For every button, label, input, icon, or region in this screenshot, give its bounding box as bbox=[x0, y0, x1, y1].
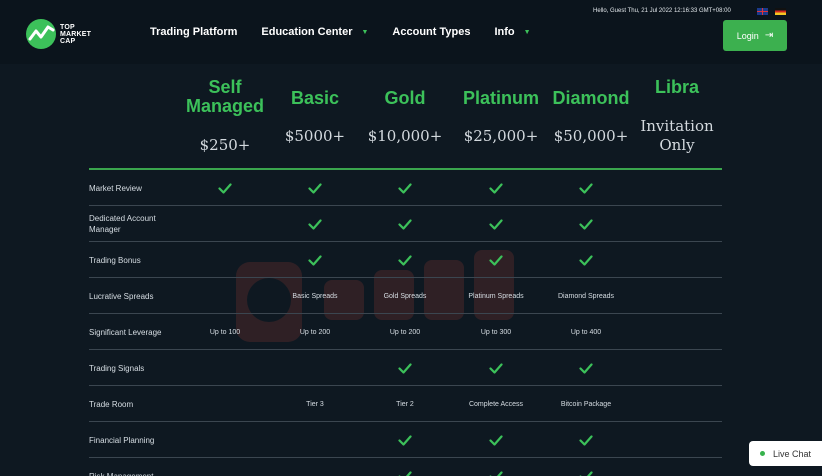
main-nav: Trading Platform Education Center ▼ Acco… bbox=[150, 26, 555, 38]
chevron-down-icon: ▼ bbox=[361, 28, 369, 36]
table-row: Significant Leverage Up to 100 Up to 200 Up… bbox=[89, 314, 722, 350]
check-icon bbox=[270, 170, 360, 206]
table-row: Trading Signals bbox=[89, 350, 722, 386]
top-navigation-bar: TOP MARKET CAP Trading Platform Educatio… bbox=[0, 0, 822, 64]
nav-education-center-label: Education Center bbox=[261, 26, 353, 38]
login-button[interactable]: Login ⇥ bbox=[723, 20, 787, 51]
plan-price-line-2: Only bbox=[659, 136, 695, 154]
check-icon bbox=[541, 458, 631, 476]
online-status-icon bbox=[759, 451, 765, 456]
check-icon bbox=[541, 422, 631, 458]
logo-text: TOP MARKET CAP bbox=[60, 24, 91, 45]
check-icon bbox=[180, 170, 270, 206]
live-chat-label: Live Chat bbox=[772, 448, 812, 459]
table-cell: Platinum Spreads bbox=[468, 292, 524, 300]
table-row: Trade Room Tier 3 Tier 2 Complete Access Bit… bbox=[89, 386, 722, 422]
table-cell: Diamond Spreads bbox=[557, 292, 615, 300]
logo-line-2: MARKET bbox=[60, 30, 92, 38]
plan-price: $25,000+ bbox=[463, 127, 539, 145]
chevron-down-icon: ▼ bbox=[523, 28, 531, 36]
nav-trading-platform-label: Trading Platform bbox=[150, 26, 238, 38]
check-icon bbox=[451, 170, 541, 206]
logo-line-1: TOP bbox=[60, 23, 75, 31]
plan-libra: Libra Invitation Only bbox=[637, 78, 717, 155]
row-label: Lucrative Spreads bbox=[89, 291, 154, 301]
table-cell: Tier 3 bbox=[306, 400, 324, 408]
plan-name: Gold bbox=[384, 88, 426, 108]
table-row: Lucrative Spreads Basic Spreads Gold Sprea… bbox=[89, 278, 722, 314]
greeting-datetime: Hello, Guest Thu, 21 Jul 2022 12:16:33 G… bbox=[593, 8, 731, 14]
check-icon bbox=[451, 458, 541, 476]
check-icon bbox=[360, 422, 450, 458]
check-icon bbox=[541, 242, 631, 278]
check-icon bbox=[360, 458, 450, 476]
nav-account-types[interactable]: Account Types bbox=[392, 26, 470, 38]
table-cell: Tier 2 bbox=[396, 400, 414, 408]
check-icon bbox=[451, 422, 541, 458]
table-row: Dedicated Account Manager bbox=[89, 206, 722, 242]
plan-name: Libra bbox=[654, 77, 699, 97]
login-label: Login bbox=[736, 30, 759, 41]
plan-self-managed: Self Managed $250+ bbox=[185, 78, 265, 155]
table-cell: Up to 100 bbox=[209, 328, 241, 336]
nav-account-types-label: Account Types bbox=[392, 26, 471, 38]
sign-in-icon: ⇥ bbox=[764, 30, 774, 41]
plan-price: $250+ bbox=[199, 136, 251, 154]
plan-price: $10,000+ bbox=[367, 127, 443, 145]
row-label: Trade Room bbox=[89, 399, 134, 409]
check-icon bbox=[360, 350, 450, 386]
plan-price: Invitation bbox=[640, 117, 714, 135]
check-icon bbox=[541, 350, 631, 386]
table-cell: Bitcoin Package bbox=[560, 400, 612, 408]
logo-line-3: CAP bbox=[60, 37, 76, 45]
table-cell: Up to 400 bbox=[570, 328, 602, 336]
plan-gold: Gold $10,000+ bbox=[365, 78, 445, 146]
table-row: Financial Planning bbox=[89, 422, 722, 458]
table-row: Risk Management bbox=[89, 458, 722, 476]
plan-name: Diamond bbox=[552, 88, 630, 108]
table-row: Trading Bonus bbox=[89, 242, 722, 278]
check-icon bbox=[541, 206, 631, 242]
table-cell: Up to 200 bbox=[299, 328, 331, 336]
check-icon bbox=[360, 206, 450, 242]
uk-flag-icon[interactable] bbox=[757, 8, 768, 15]
check-icon bbox=[270, 242, 360, 278]
check-icon bbox=[451, 242, 541, 278]
plan-basic: Basic $5000+ bbox=[275, 78, 355, 146]
table-cell: Gold Spreads bbox=[383, 292, 427, 300]
plan-name-line-2: Managed bbox=[185, 96, 264, 116]
nav-trading-platform[interactable]: Trading Platform bbox=[150, 26, 237, 38]
table-cell: Basic Spreads bbox=[292, 292, 338, 300]
check-icon bbox=[360, 242, 450, 278]
nav-info[interactable]: Info ▼ bbox=[494, 26, 530, 38]
row-label: Risk Management bbox=[89, 471, 154, 476]
check-icon bbox=[360, 170, 450, 206]
live-chat-button[interactable]: Live Chat bbox=[749, 441, 822, 466]
plan-price: $5000+ bbox=[284, 127, 346, 145]
logo-icon bbox=[26, 19, 56, 49]
row-label: Financial Planning bbox=[89, 435, 155, 445]
check-icon bbox=[451, 350, 541, 386]
row-label: Dedicated Account Manager bbox=[89, 214, 156, 234]
plan-name: Platinum bbox=[462, 88, 539, 108]
table-cell: Up to 200 bbox=[389, 328, 421, 336]
plan-price: $50,000+ bbox=[553, 127, 629, 145]
row-label: Trading Bonus bbox=[89, 255, 141, 265]
table-cell: Up to 300 bbox=[480, 328, 512, 336]
logo[interactable]: TOP MARKET CAP bbox=[26, 19, 91, 49]
check-icon bbox=[270, 206, 360, 242]
table-row: Market Review bbox=[89, 170, 722, 206]
nav-info-label: Info bbox=[494, 26, 515, 38]
check-icon bbox=[451, 206, 541, 242]
nav-education-center[interactable]: Education Center ▼ bbox=[261, 26, 368, 38]
row-label: Trading Signals bbox=[89, 363, 145, 373]
plan-platinum: Platinum $25,000+ bbox=[455, 78, 547, 146]
plan-name: Basic bbox=[290, 88, 340, 108]
plan-diamond: Diamond $50,000+ bbox=[547, 78, 635, 146]
german-flag-icon[interactable] bbox=[775, 8, 786, 15]
plan-name: Self bbox=[208, 77, 242, 97]
table-cell: Complete Access bbox=[468, 400, 524, 408]
check-icon bbox=[541, 170, 631, 206]
